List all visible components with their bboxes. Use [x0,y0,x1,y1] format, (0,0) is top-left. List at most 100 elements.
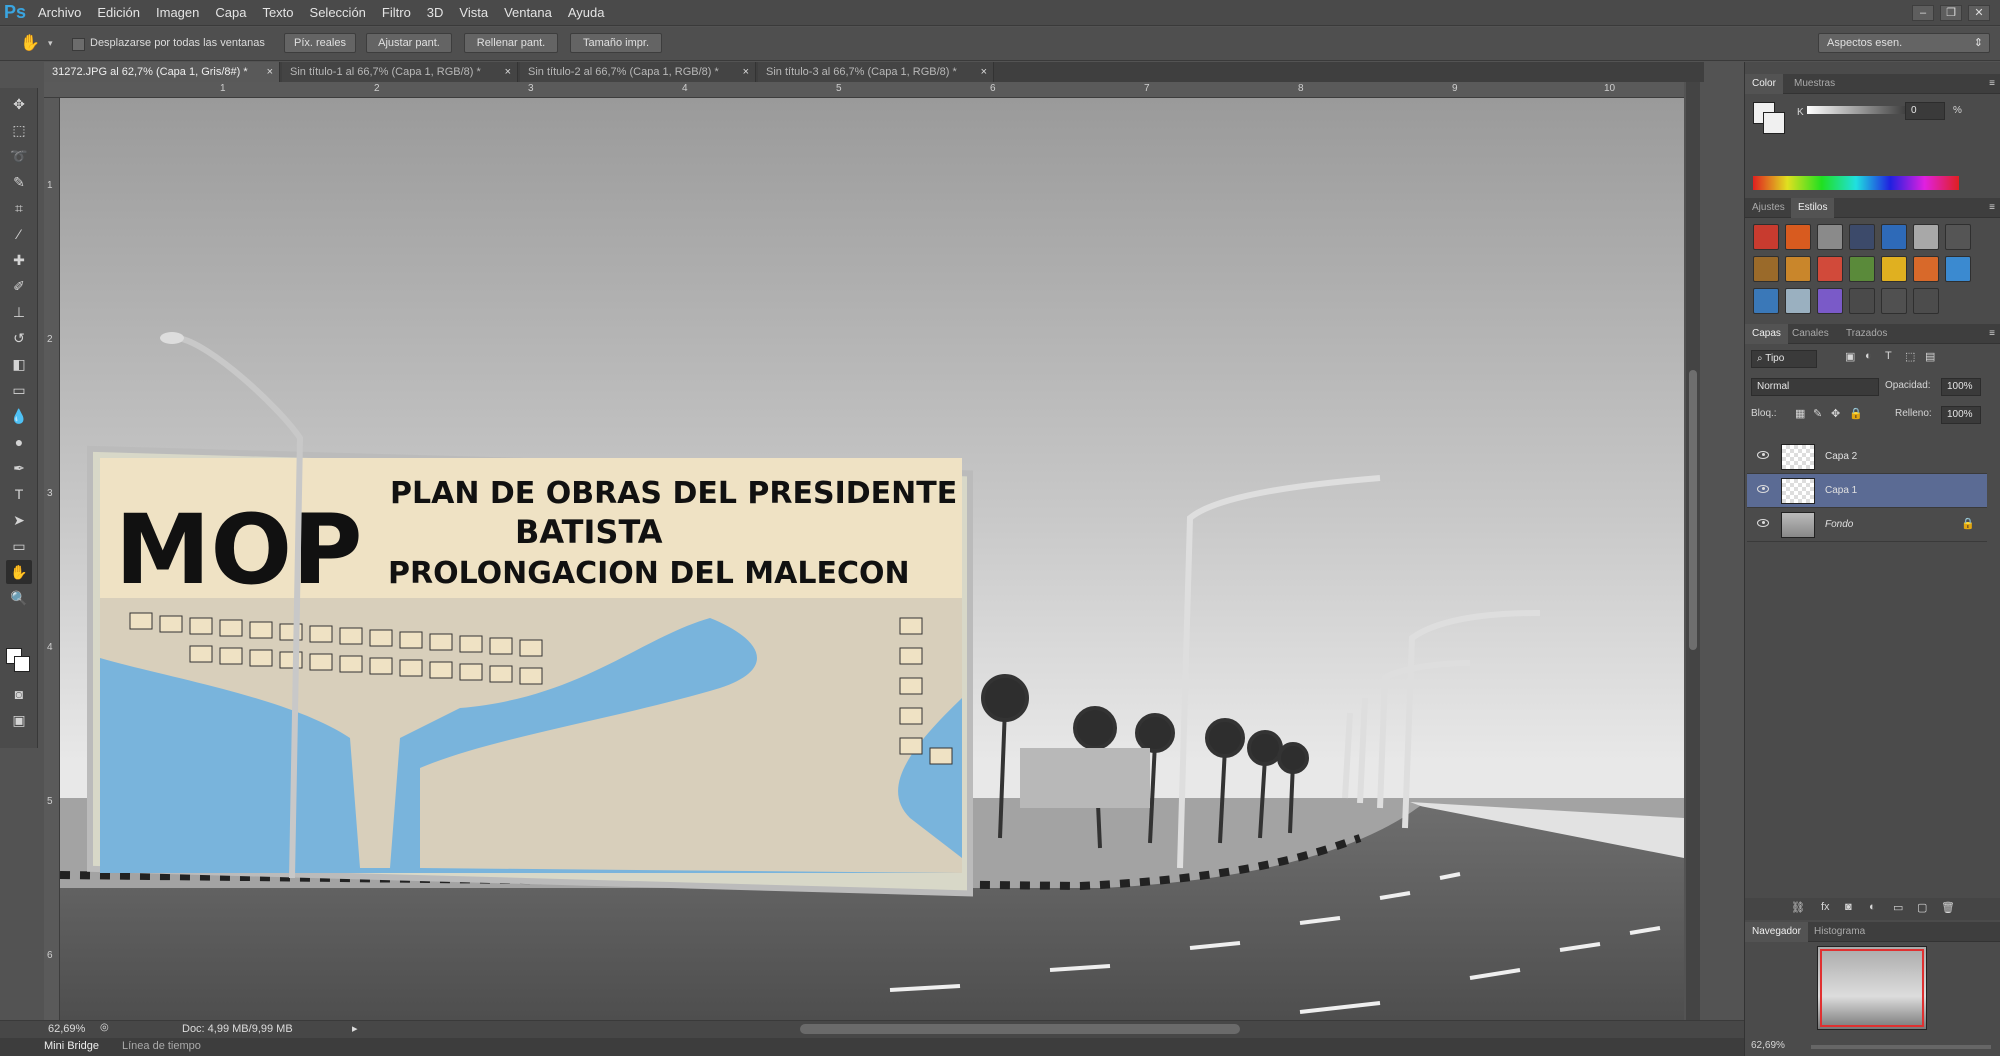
healing-brush-tool-icon[interactable]: ✚ [6,248,32,272]
fx-icon[interactable]: fx [1821,901,1830,913]
tab-document-sin-titulo-1[interactable]: Sin título-1 al 66,7% (Capa 1, RGB/8) * × [282,62,518,82]
hand-tool-icon[interactable]: ✋ [6,560,32,584]
layer-row-capa-1[interactable]: Capa 1 [1747,474,1987,508]
menu-filtro[interactable]: Filtro [374,0,419,26]
navigator-zoom[interactable]: 62,69% [1751,1040,1785,1051]
filter-shape-icon[interactable]: ⬚ [1905,350,1915,363]
document-canvas[interactable]: MOP PLAN DE OBRAS DEL PRESIDENTE BATISTA… [60,98,1684,1020]
opacity-field[interactable]: 100% [1941,378,1981,396]
panel-menu-icon[interactable]: ≡ [1989,78,1995,89]
tab-document-sin-titulo-3[interactable]: Sin título-3 al 66,7% (Capa 1, RGB/8) * × [758,62,994,82]
dodge-tool-icon[interactable]: ● [6,430,32,454]
fill-screen-button[interactable]: Rellenar pant. [464,33,558,53]
close-icon[interactable]: × [743,62,749,82]
marquee-tool-icon[interactable]: ⬚ [6,118,32,142]
style-swatch[interactable] [1945,256,1971,282]
layer-row-capa-2[interactable]: Capa 2 [1747,440,1987,474]
layer-row-fondo[interactable]: Fondo 🔒 [1747,508,1987,542]
gradient-tool-icon[interactable]: ▭ [6,378,32,402]
style-swatch[interactable] [1785,224,1811,250]
menu-seleccion[interactable]: Selección [302,0,374,26]
new-group-icon[interactable]: ▭ [1893,901,1903,914]
navigator-thumbnail[interactable] [1817,946,1927,1030]
panel-menu-icon[interactable]: ≡ [1989,202,1995,213]
close-icon[interactable]: × [981,62,987,82]
style-swatch[interactable] [1913,288,1939,314]
lock-transparency-icon[interactable]: ▦ [1795,407,1805,420]
tab-timeline[interactable]: Línea de tiempo [122,1040,201,1052]
hand-tool-icon[interactable]: ✋ [20,33,42,55]
style-swatch[interactable] [1881,256,1907,282]
filter-adjustment-icon[interactable]: ◐ [1865,350,1872,362]
menu-ayuda[interactable]: Ayuda [560,0,613,26]
menu-edicion[interactable]: Edición [89,0,148,26]
eyedropper-tool-icon[interactable]: ⁄ [6,222,32,246]
style-swatch[interactable] [1817,256,1843,282]
lock-all-icon[interactable]: 🔒 [1849,407,1863,420]
new-layer-icon[interactable]: ▢ [1917,901,1927,914]
filter-type-icon[interactable]: T [1885,350,1892,362]
print-size-button[interactable]: Tamaño impr. [570,33,662,53]
style-swatch[interactable] [1881,288,1907,314]
lasso-tool-icon[interactable]: ➰ [6,144,32,168]
menu-capa[interactable]: Capa [207,0,254,26]
path-select-tool-icon[interactable]: ➤ [6,508,32,532]
style-swatch[interactable] [1945,224,1971,250]
clone-stamp-tool-icon[interactable]: ⊥ [6,300,32,324]
style-swatch[interactable] [1849,288,1875,314]
panel-menu-icon[interactable]: ≡ [1989,328,1995,339]
style-swatch[interactable] [1753,224,1779,250]
filter-pixel-icon[interactable]: ▣ [1845,350,1855,363]
style-swatch[interactable] [1881,224,1907,250]
style-swatch[interactable] [1785,288,1811,314]
menu-vista[interactable]: Vista [451,0,496,26]
zoom-tool-icon[interactable]: 🔍 [6,586,32,610]
tool-preset-dropdown-icon[interactable]: ▾ [48,38,53,49]
actual-pixels-button[interactable]: Píx. reales [284,33,356,53]
menu-3d[interactable]: 3D [419,0,452,26]
eye-icon[interactable] [1757,485,1769,493]
style-swatch[interactable] [1913,256,1939,282]
restore-icon[interactable]: ❐ [1940,5,1962,21]
pen-tool-icon[interactable]: ✒ [6,456,32,480]
close-icon[interactable]: × [267,62,273,82]
adjustment-layer-icon[interactable]: ◐ [1869,901,1876,913]
background-color-swatch[interactable] [1763,112,1785,134]
eraser-tool-icon[interactable]: ◧ [6,352,32,376]
tab-color[interactable]: Color [1745,74,1783,94]
tab-navegador[interactable]: Navegador [1745,922,1808,942]
navigator-view-box[interactable] [1820,949,1924,1027]
tab-capas[interactable]: Capas [1745,324,1788,344]
style-swatch[interactable] [1785,256,1811,282]
background-color-swatch[interactable] [14,656,30,672]
style-swatch[interactable] [1817,288,1843,314]
navigator-zoom-slider[interactable] [1811,1045,1991,1049]
horizontal-scroll-thumb[interactable] [800,1024,1240,1034]
move-tool-icon[interactable]: ✥ [6,92,32,116]
style-swatch[interactable] [1817,224,1843,250]
lock-position-icon[interactable]: ✥ [1831,407,1840,420]
quick-mask-icon[interactable]: ◙ [6,682,32,706]
lock-pixels-icon[interactable]: ✎ [1813,407,1822,420]
filter-smart-object-icon[interactable]: ▤ [1925,350,1935,363]
crop-tool-icon[interactable]: ⌗ [6,196,32,220]
link-layers-icon[interactable]: ⛓ [1791,901,1805,914]
style-swatch[interactable] [1913,224,1939,250]
style-swatch[interactable] [1753,288,1779,314]
delete-layer-icon[interactable]: 🗑 [1941,901,1955,914]
add-mask-icon[interactable]: ◙ [1845,901,1852,913]
workspace-select[interactable]: Aspectos esen. ⇕ [1818,33,1990,53]
brush-tool-icon[interactable]: ✐ [6,274,32,298]
tab-canales[interactable]: Canales [1785,324,1836,344]
status-info-icon[interactable]: ◎ [100,1022,109,1033]
color-spectrum-bar[interactable] [1753,176,1959,190]
close-icon[interactable]: ✕ [1968,5,1990,21]
blend-mode-select[interactable]: Normal [1751,378,1879,396]
menu-imagen[interactable]: Imagen [148,0,207,26]
fill-field[interactable]: 100% [1941,406,1981,424]
zoom-level[interactable]: 62,69% [48,1023,85,1035]
shape-tool-icon[interactable]: ▭ [6,534,32,558]
style-swatch[interactable] [1849,224,1875,250]
type-tool-icon[interactable]: T [6,482,32,506]
history-brush-tool-icon[interactable]: ↺ [6,326,32,350]
